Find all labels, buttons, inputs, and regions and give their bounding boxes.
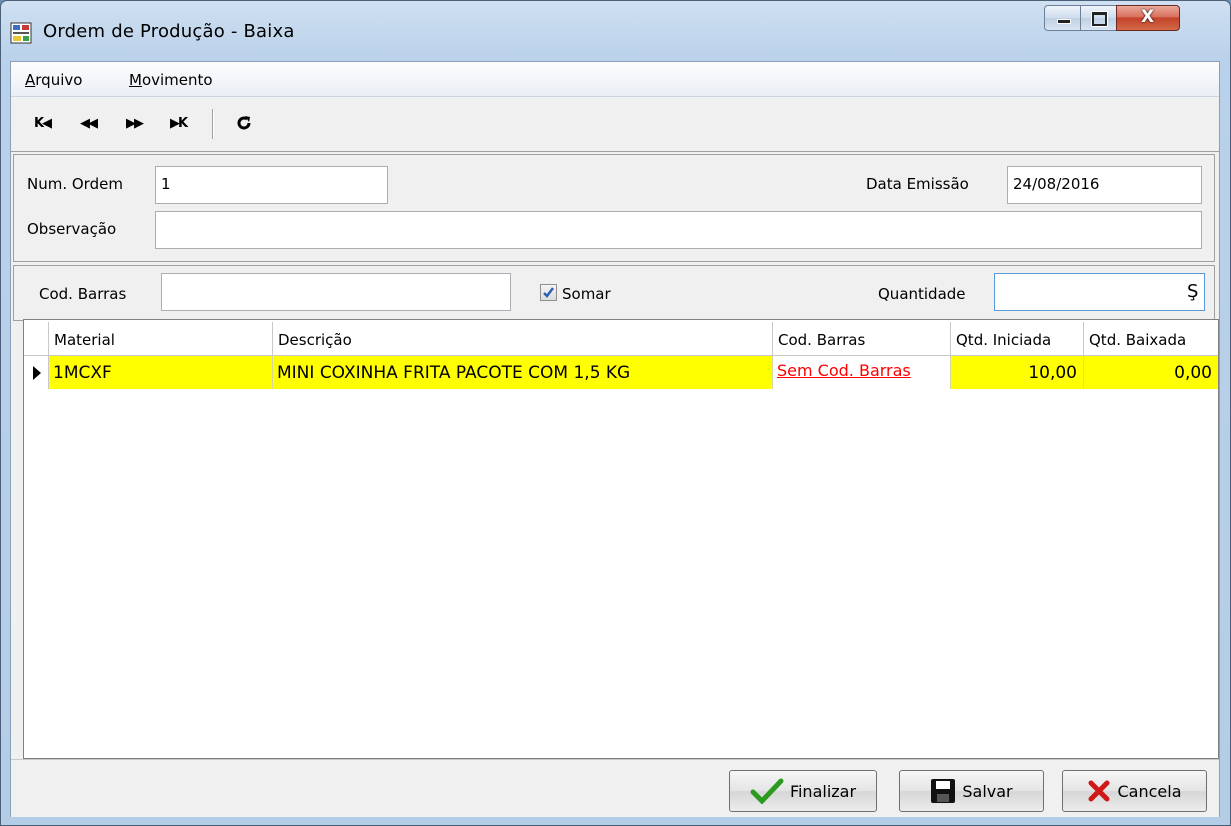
column-header-qtd-iniciada[interactable]: Qtd. Iniciada [951,322,1084,356]
last-record-icon: ▶K [169,115,188,131]
quantidade-label: Quantidade [878,285,966,303]
close-button[interactable]: X [1116,5,1180,31]
prev-record-button[interactable]: ◀◀ [77,113,99,133]
next-record-icon: ▶▶ [126,115,144,131]
cell-descricao[interactable]: MINI COXINHA FRITA PACOTE COM 1,5 KG [273,356,773,389]
observacao-input[interactable] [155,211,1202,249]
data-emissao-input[interactable]: 24/08/2016 [1007,166,1202,204]
num-ordem-label: Num. Ordem [27,175,123,193]
somar-label: Somar [562,285,611,303]
salvar-label: Salvar [962,781,1013,801]
cancela-button[interactable]: Cancela [1062,770,1207,812]
column-header-qtd-baixada[interactable]: Qtd. Baixada [1084,322,1218,356]
maximize-icon [1092,12,1107,26]
salvar-button[interactable]: Salvar [899,770,1044,812]
first-record-icon: K◀ [33,115,52,131]
data-emissao-label: Data Emissão [866,175,969,193]
window: Ordem de Produção - Baixa X Arquivo Movi… [0,0,1231,826]
toolbar: K◀ ◀◀ ▶▶ ▶K [11,97,1219,152]
last-record-button[interactable]: ▶K [167,113,189,133]
maximize-button[interactable] [1080,5,1117,31]
table-row[interactable]: 1MCXF MINI COXINHA FRITA PACOTE COM 1,5 … [24,356,1218,389]
menu-movimento-label: ovimento [141,71,213,89]
menu-bar: Arquivo Movimento [11,62,1219,97]
button-bar: Finalizar Salvar Cancela [11,759,1219,817]
cell-cod-barras[interactable]: Sem Cod. Barras [773,356,951,389]
prev-record-icon: ◀◀ [80,115,98,131]
quantidade-input[interactable] [994,273,1205,311]
cell-qtd-baixada[interactable]: 0,00 [1084,356,1218,389]
grid-header-indicator [24,322,49,356]
check-icon [750,778,784,804]
items-grid[interactable]: Material Descrição Cod. Barras Qtd. Inic… [23,319,1219,759]
window-title: Ordem de Produção - Baixa [43,21,295,42]
menu-arquivo[interactable]: Arquivo [25,71,82,89]
menu-arquivo-accel: A [25,71,36,89]
client-area: Arquivo Movimento K◀ ◀◀ ▶▶ ▶K Num. Ordem… [10,61,1220,817]
minimize-icon [1057,19,1071,24]
check-icon [543,287,554,298]
grid-header: Material Descrição Cod. Barras Qtd. Inic… [24,322,1218,356]
cod-barras-input[interactable] [161,273,511,311]
column-header-descricao[interactable]: Descrição [273,322,773,356]
title-bar[interactable]: Ordem de Produção - Baixa X [1,1,1230,61]
somar-checkbox[interactable] [540,284,557,301]
menu-movimento[interactable]: Movimento [129,71,213,89]
menu-movimento-accel: M [129,71,142,89]
app-icon [10,22,32,44]
spin-icon: Ş [1187,281,1199,302]
sem-cod-barras-link[interactable]: Sem Cod. Barras [777,361,911,380]
num-ordem-input[interactable]: 1 [155,166,388,204]
cell-qtd-iniciada[interactable]: 10,00 [951,356,1084,389]
close-icon: X [1141,7,1155,27]
cell-material[interactable]: 1MCXF [49,356,273,389]
observacao-label: Observação [27,220,117,238]
minimize-button[interactable] [1044,5,1081,31]
finalizar-button[interactable]: Finalizar [729,770,877,812]
cod-barras-label: Cod. Barras [39,285,127,303]
cancela-label: Cancela [1117,781,1182,801]
finalizar-label: Finalizar [789,781,857,801]
menu-arquivo-label: rquivo [35,71,83,89]
first-record-button[interactable]: K◀ [31,113,53,133]
column-header-cod-barras[interactable]: Cod. Barras [773,322,951,356]
save-icon [931,779,956,803]
header-panel: Num. Ordem 1 Data Emissão 24/08/2016 Obs… [13,154,1215,262]
toolbar-separator [212,109,214,139]
cancel-icon [1088,780,1110,802]
refresh-button[interactable] [233,113,255,133]
next-record-button[interactable]: ▶▶ [123,113,145,133]
scan-panel: Cod. Barras Somar Quantidade Ş [13,265,1215,321]
refresh-icon [237,116,251,130]
column-header-material[interactable]: Material [49,322,273,356]
